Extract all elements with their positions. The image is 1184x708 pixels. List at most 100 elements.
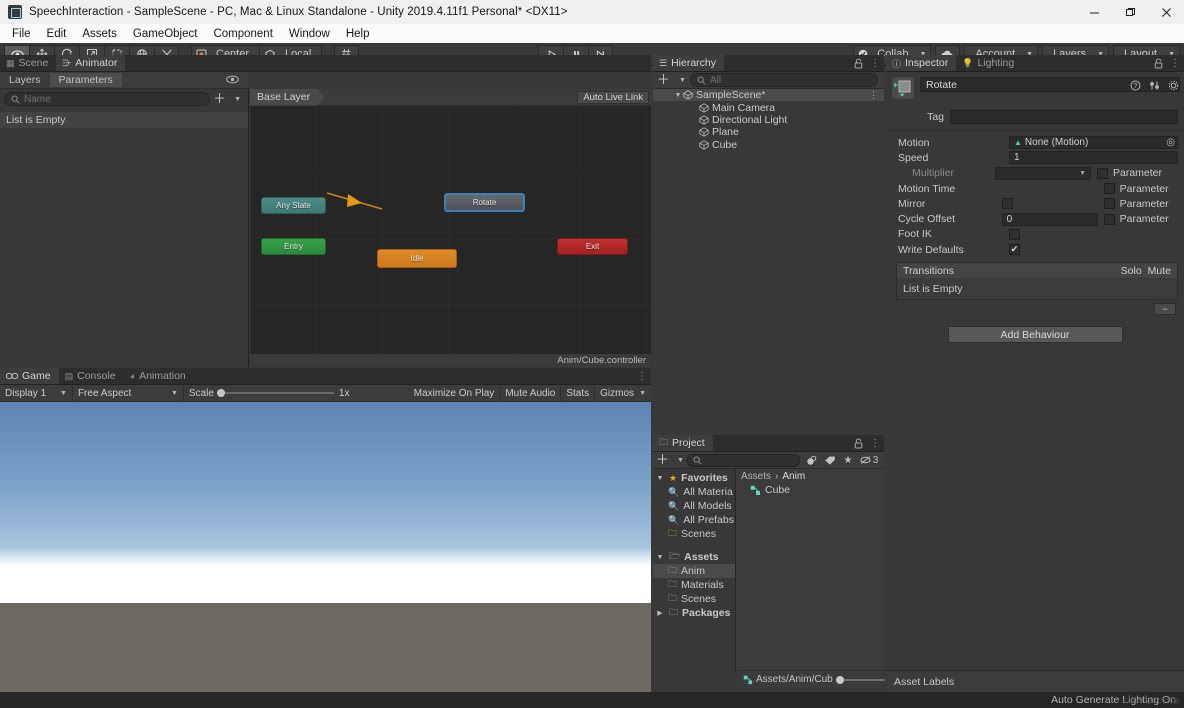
add-behaviour-button[interactable]: Add Behaviour [948,326,1123,343]
subtab-parameters[interactable]: Parameters [50,73,122,87]
lock-icon[interactable] [854,438,863,449]
scale-knob[interactable] [217,389,225,397]
tab-lighting[interactable]: 💡 Lighting [956,55,1022,71]
project-asset-cube[interactable]: Cube [736,483,884,497]
minimize-button[interactable] [1076,0,1112,24]
project-tree-all-prefabs[interactable]: 🔍 All Prefabs [653,513,735,527]
state-node-any-state[interactable]: Any State [261,197,326,214]
lock-icon[interactable] [1154,58,1163,69]
display-dropdown[interactable]: Display 1 ▼ [0,386,73,401]
add-parameter-button[interactable]: ＋ [213,94,226,104]
tab-scene[interactable]: ▦ Scene [0,55,56,71]
state-node-idle[interactable]: Idle [377,249,457,268]
favorite-filter-icon[interactable]: ★ [839,453,857,468]
project-tree-saved-scenes[interactable]: 🗀 Scenes [653,527,735,541]
object-picker-icon[interactable]: ◎ [1166,137,1175,148]
auto-live-link-button[interactable]: Auto Live Link [577,91,649,104]
state-node-rotate[interactable]: Rotate [444,193,525,212]
foot-ik-checkbox[interactable] [1009,229,1020,240]
tab-animator[interactable]: ⋺ Animator [56,55,125,71]
maximize-button[interactable] [1112,0,1148,24]
speed-input[interactable]: 1 [1009,151,1178,164]
tab-console[interactable]: ▤ Console [59,368,124,384]
menu-gameobject[interactable]: GameObject [125,26,206,42]
hierarchy-item-samplescene[interactable]: ▼ SampleScene* ⋮ [653,89,884,101]
menu-assets[interactable]: Assets [74,26,125,42]
hidden-packages-icon[interactable]: 3 [857,453,881,468]
tab-animation[interactable]: ◕ Animation [124,368,194,384]
more-options-icon[interactable]: ⋮ [1170,58,1180,69]
stats-button[interactable]: Stats [561,386,595,401]
parameter-search-input[interactable]: Name [4,92,210,106]
hierarchy-item-plane[interactable]: Plane [653,126,884,138]
preset-icon[interactable] [1149,80,1160,91]
chevron-down-icon[interactable]: ▼ [655,554,665,561]
project-tree-packages[interactable]: ▶ 🗀 Packages [653,606,735,620]
project-tree-scenes[interactable]: 🗀 Scenes [653,592,735,606]
state-node-exit[interactable]: Exit [557,238,628,255]
chevron-down-icon[interactable]: ▼ [679,77,686,84]
menu-component[interactable]: Component [205,26,280,42]
more-options-icon[interactable]: ⋮ [870,438,880,449]
chevron-down-icon[interactable]: ▼ [234,96,241,103]
mirror-checkbox[interactable] [1002,198,1013,209]
project-tree-assets[interactable]: ▼ 🗁 Assets [653,550,735,564]
hierarchy-item-main-camera[interactable]: Main Camera [653,101,884,113]
mirror-parameter-checkbox[interactable] [1104,198,1115,209]
project-tree-materials[interactable]: 🗀 Materials [653,578,735,592]
project-tree-favorites[interactable]: ▼ ★ Favorites [653,471,735,485]
create-gameobject-button[interactable]: ＋ [657,75,670,85]
project-zoom-knob[interactable] [836,676,844,684]
help-icon[interactable]: ? [1130,80,1141,91]
settings-gear-icon[interactable] [1168,80,1179,91]
multiplier-dropdown[interactable]: ▼ [995,167,1091,180]
project-tree-all-models[interactable]: 🔍 All Models [653,499,735,513]
menu-file[interactable]: File [4,26,39,42]
game-view-render[interactable] [0,402,651,708]
tab-inspector[interactable]: ⓘ Inspector [886,55,956,71]
state-node-entry[interactable]: Entry [261,238,326,255]
aspect-dropdown[interactable]: Free Aspect ▼ [73,386,184,401]
breadcrumb-assets[interactable]: Assets [741,471,771,482]
chevron-down-icon[interactable]: ▼ [655,475,665,482]
project-tree-anim[interactable]: 🗀 Anim [653,564,735,578]
project-search-input[interactable] [687,454,800,467]
cycle-offset-parameter-checkbox[interactable] [1104,214,1115,225]
menu-edit[interactable]: Edit [39,26,75,42]
chevron-down-icon[interactable]: ▼ [677,457,684,464]
gizmos-button[interactable]: Gizmos ▼ [595,386,651,401]
scale-track[interactable] [219,392,334,394]
tag-field[interactable] [950,110,1178,124]
scale-slider[interactable]: Scale 1x [184,386,355,401]
asset-labels-bar[interactable]: Asset Labels [886,670,1184,692]
breadcrumb-anim[interactable]: Anim [782,471,805,482]
tab-project[interactable]: 🗀 Project [653,435,713,451]
chevron-right-icon[interactable]: ▶ [655,609,665,617]
eye-icon[interactable] [226,75,239,84]
project-tree-all-materials[interactable]: 🔍 All Materia [653,485,735,499]
mute-audio-button[interactable]: Mute Audio [500,386,561,401]
more-options-icon[interactable]: ⋮ [870,58,880,69]
motion-object-field[interactable]: ▲ None (Motion) ◎ [1009,136,1178,149]
cycle-offset-input[interactable]: 0 [1002,213,1098,226]
close-button[interactable] [1148,0,1184,24]
write-defaults-checkbox[interactable]: ✔ [1009,244,1020,255]
type-filter-icon[interactable] [803,453,821,468]
project-content-pane[interactable]: Assets › Anim Cube [736,469,884,673]
lock-icon[interactable] [854,58,863,69]
breadcrumb-base-layer[interactable]: Base Layer [250,89,324,106]
mirror-parameter-toggle[interactable]: Parameter [1104,198,1178,210]
state-machine-graph[interactable]: Any State Rotate Entry Idle Exit [250,106,651,354]
label-filter-icon[interactable] [821,453,839,468]
cycle-offset-parameter-toggle[interactable]: Parameter [1104,213,1178,225]
subtab-layers[interactable]: Layers [0,73,50,87]
multiplier-parameter-checkbox[interactable] [1097,168,1108,179]
tab-hierarchy[interactable]: ☰ Hierarchy [653,55,724,71]
multiplier-parameter-toggle[interactable]: Parameter [1097,167,1177,179]
menu-window[interactable]: Window [281,26,338,42]
more-options-icon[interactable]: ⋮ [637,371,647,382]
menu-help[interactable]: Help [338,26,378,42]
maximize-on-play-button[interactable]: Maximize On Play [409,386,501,401]
hierarchy-search-input[interactable]: All [690,73,878,87]
motion-time-parameter-checkbox[interactable] [1104,183,1115,194]
